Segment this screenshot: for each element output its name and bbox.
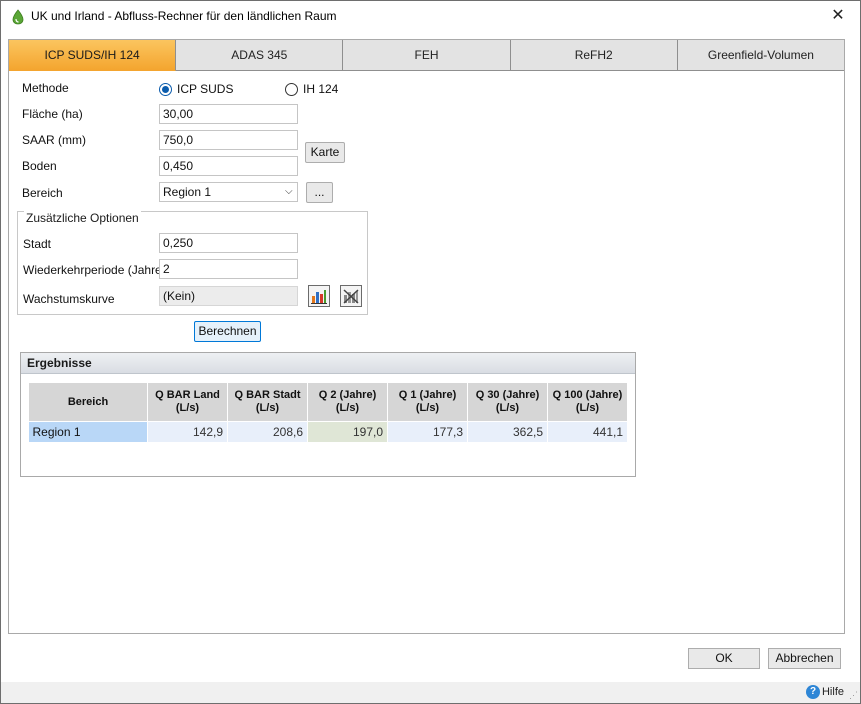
- main-panel: ICP SUDS/IH 124 ADAS 345 FEH ReFH2 Green…: [8, 39, 845, 634]
- bereich-selected-value: Region 1: [163, 185, 212, 199]
- wachstumskurve-label: Wachstumskurve: [23, 292, 115, 306]
- abbrechen-button[interactable]: Abbrechen: [768, 648, 841, 669]
- tab-content: Methode ICP SUDS IH 124 Fläche (ha) SAAR…: [9, 71, 844, 633]
- ergebnisse-panel: Ergebnisse Bereich Q BAR Land (L/s) Q BAR…: [20, 352, 636, 477]
- column-header-q1[interactable]: Q 1 (Jahre) (L/s): [387, 382, 468, 422]
- cell-q30[interactable]: 362,5: [467, 421, 548, 442]
- tab-adas-345[interactable]: ADAS 345: [176, 40, 344, 71]
- wiederkehrperiode-label: Wiederkehrperiode (Jahre): [23, 263, 166, 277]
- boden-label: Boden: [22, 159, 57, 173]
- results-table: Bereich Q BAR Land (L/s) Q BAR Stadt (L/s)…: [28, 382, 628, 442]
- table-header-row: Bereich Q BAR Land (L/s) Q BAR Stadt (L/s)…: [28, 382, 628, 422]
- bar-chart-icon[interactable]: [308, 285, 330, 307]
- bereich-select[interactable]: Region 1: [159, 182, 298, 202]
- bereich-browse-button[interactable]: ...: [306, 182, 333, 203]
- hilfe-link[interactable]: Hilfe: [822, 686, 844, 698]
- zusaetzliche-optionen-group: Zusätzliche Optionen Stadt Wiederkehrper…: [17, 211, 368, 315]
- cell-q1[interactable]: 177,3: [387, 421, 468, 442]
- window-title: UK und Irland - Abfluss-Rechner für den …: [31, 9, 337, 23]
- column-header-q100[interactable]: Q 100 (Jahre) (L/s): [547, 382, 628, 422]
- radio-icp-suds[interactable]: [159, 83, 172, 96]
- saar-label: SAAR (mm): [22, 133, 86, 147]
- cell-q100[interactable]: 441,1: [547, 421, 628, 442]
- radio-icp-suds-label[interactable]: ICP SUDS: [177, 82, 233, 96]
- tab-refh2[interactable]: ReFH2: [510, 40, 678, 71]
- boden-input[interactable]: [159, 156, 298, 176]
- resize-grip-icon[interactable]: ⋰: [849, 690, 858, 701]
- wachstumskurve-field: (Kein): [159, 286, 298, 306]
- saar-input[interactable]: [159, 130, 298, 150]
- wiederkehrperiode-input[interactable]: [159, 259, 298, 279]
- flaeche-input[interactable]: [159, 104, 298, 124]
- stadt-label: Stadt: [23, 237, 52, 251]
- methode-label: Methode: [22, 81, 69, 95]
- karte-button[interactable]: Karte: [305, 142, 345, 163]
- radio-ih-124[interactable]: [285, 83, 298, 96]
- column-header-q2[interactable]: Q 2 (Jahre) (L/s): [307, 382, 388, 422]
- help-icon[interactable]: ?: [806, 685, 820, 699]
- tab-icp-suds[interactable]: ICP SUDS/IH 124: [9, 40, 177, 71]
- dialog-window: UK und Irland - Abfluss-Rechner für den …: [0, 0, 861, 704]
- wachstumskurve-value: (Kein): [163, 289, 196, 303]
- bereich-label: Bereich: [22, 186, 63, 200]
- ergebnisse-header: Ergebnisse: [21, 353, 635, 374]
- stadt-input[interactable]: [159, 233, 298, 253]
- status-bar: ? Hilfe ⋰: [1, 682, 860, 703]
- berechnen-button[interactable]: Berechnen: [194, 321, 261, 342]
- table-row[interactable]: Region 1 142,9 208,6 197,0 177,3 362,5 4…: [28, 421, 628, 442]
- group-title: Zusätzliche Optionen: [24, 211, 141, 225]
- tab-greenfield-volumen[interactable]: Greenfield-Volumen: [677, 40, 845, 71]
- close-icon[interactable]: ✕: [826, 6, 850, 26]
- column-header-qbar-land[interactable]: Q BAR Land (L/s): [147, 382, 228, 422]
- tab-feh[interactable]: FEH: [343, 40, 511, 71]
- column-header-q30[interactable]: Q 30 (Jahre) (L/s): [467, 382, 548, 422]
- column-header-bereich[interactable]: Bereich: [28, 382, 148, 422]
- cell-bereich[interactable]: Region 1: [28, 421, 148, 442]
- radio-ih-124-label[interactable]: IH 124: [303, 82, 338, 96]
- cell-qbar-land[interactable]: 142,9: [147, 421, 228, 442]
- flaeche-label: Fläche (ha): [22, 107, 83, 121]
- title-bar: UK und Irland - Abfluss-Rechner für den …: [1, 1, 860, 32]
- ok-button[interactable]: OK: [688, 648, 760, 669]
- tab-bar: ICP SUDS/IH 124 ADAS 345 FEH ReFH2 Green…: [9, 40, 845, 71]
- column-header-qbar-stadt[interactable]: Q BAR Stadt (L/s): [227, 382, 308, 422]
- droplet-icon: [12, 9, 24, 25]
- clear-chart-icon[interactable]: [340, 285, 362, 307]
- cell-q2[interactable]: 197,0: [307, 421, 388, 442]
- cell-qbar-stadt[interactable]: 208,6: [227, 421, 308, 442]
